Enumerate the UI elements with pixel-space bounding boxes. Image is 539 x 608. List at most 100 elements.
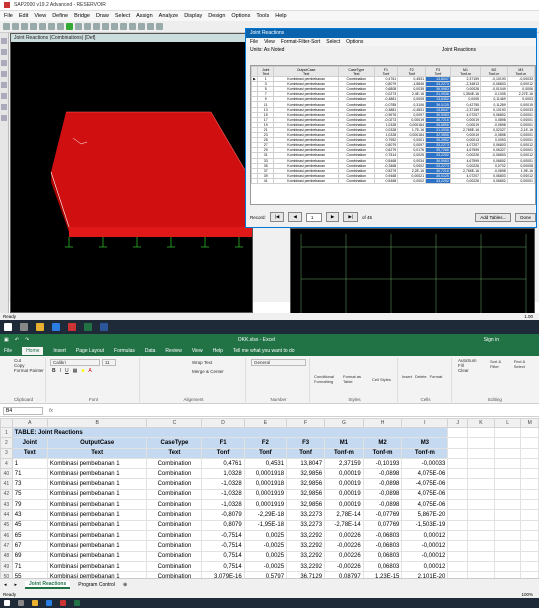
data-cell[interactable]: 4,075E-06 — [401, 488, 449, 501]
column-header[interactable]: H — [362, 418, 403, 428]
save-icon[interactable] — [21, 23, 28, 30]
deformed-shape-icon[interactable] — [147, 23, 154, 30]
dialog-column-header[interactable]: F1 Tonf — [373, 66, 399, 77]
word-taskbar-icon[interactable] — [100, 323, 108, 331]
data-cell[interactable]: 65 — [11, 529, 48, 542]
explorer-icon[interactable] — [36, 323, 44, 331]
data-cell[interactable]: 0,0025 — [243, 529, 288, 542]
data-cell[interactable]: -0,7514 — [201, 529, 245, 542]
data-cell[interactable]: 32,9856 — [286, 468, 326, 480]
data-cell[interactable]: 0,00012 — [401, 529, 449, 542]
tab-view[interactable]: View — [192, 348, 203, 354]
empty-cell[interactable] — [447, 457, 469, 470]
data-cell[interactable]: 71 — [11, 468, 48, 480]
empty-cell[interactable] — [467, 509, 495, 521]
data-cell[interactable]: Kombinasi pembebanan 1 — [46, 478, 148, 490]
data-cell[interactable]: -4,075E-06 — [401, 478, 449, 490]
dialog-column-header[interactable]: F3 Tonf — [425, 66, 451, 77]
data-cell[interactable]: -0,00226 — [324, 540, 364, 552]
row-header[interactable]: 41 — [0, 478, 13, 490]
column-header[interactable]: E — [243, 418, 288, 428]
data-cell[interactable]: 0,00226 — [324, 550, 364, 562]
data-cell[interactable]: 0,00012 — [401, 560, 449, 573]
dialog-table-cell[interactable]: Combination — [337, 177, 375, 184]
dialog-column-header[interactable]: M1 Tonf-m — [449, 66, 482, 77]
menu-draw[interactable]: Draw — [96, 13, 109, 19]
find-select-button[interactable]: Find & Select — [514, 359, 536, 369]
empty-cell[interactable] — [493, 529, 522, 542]
data-cell[interactable]: Combination — [146, 540, 203, 552]
dialog-menu-select[interactable]: Select — [326, 39, 340, 45]
tell-me-search[interactable]: Tell me what you want to do — [233, 348, 295, 354]
undo-icon[interactable]: ↶ — [15, 337, 19, 343]
data-cell[interactable]: -1,0328 — [201, 488, 245, 501]
refresh-icon[interactable] — [48, 23, 55, 30]
rotate-icon[interactable] — [138, 23, 145, 30]
previous-record-button[interactable]: ◀ — [288, 212, 302, 222]
add-tables-button[interactable]: Add Tables... — [475, 212, 512, 222]
data-cell[interactable]: 32,9856 — [286, 478, 326, 490]
empty-cell[interactable] — [520, 529, 539, 542]
show-forces-icon[interactable] — [156, 23, 163, 30]
empty-cell[interactable] — [493, 437, 522, 449]
reactions-data-grid[interactable]: Joint Text OutputCase Text CaseType Text F1 Ton… — [250, 65, 536, 205]
data-cell[interactable]: 1,0328 — [201, 468, 245, 480]
last-record-button[interactable]: ▶| — [343, 212, 358, 222]
pointer-icon[interactable] — [1, 38, 7, 44]
empty-cell[interactable] — [520, 437, 539, 449]
tab-data[interactable]: Data — [145, 348, 156, 354]
row-header[interactable]: 4 — [0, 457, 13, 470]
excel-taskbar-icon[interactable] — [74, 600, 80, 606]
undo-icon[interactable] — [30, 23, 37, 30]
dialog-menu-options[interactable]: Options — [346, 39, 363, 45]
empty-cell[interactable] — [520, 550, 539, 562]
empty-cell[interactable] — [467, 560, 495, 573]
data-cell[interactable]: -0,00033 — [401, 457, 449, 470]
explorer-icon[interactable] — [32, 600, 38, 606]
draw-area-icon[interactable] — [1, 60, 7, 66]
data-cell[interactable]: Combination — [146, 509, 203, 521]
select-all-icon[interactable] — [1, 82, 7, 88]
column-title-cell[interactable]: Joint — [11, 437, 48, 449]
draw-frame-icon[interactable] — [1, 49, 7, 55]
column-title-cell[interactable]: M2 — [362, 437, 403, 449]
dialog-column-header[interactable]: M2 Tonf-m — [480, 66, 508, 77]
data-cell[interactable]: Kombinasi pembebanan 1 — [46, 499, 148, 511]
lock-icon[interactable] — [57, 23, 64, 30]
data-cell[interactable]: -0,00012 — [401, 550, 449, 562]
redo-icon[interactable]: ↷ — [25, 337, 29, 343]
unit-cell[interactable]: Tonf — [243, 447, 288, 459]
data-cell[interactable]: -0,10193 — [362, 457, 403, 470]
data-cell[interactable]: 79 — [11, 499, 48, 511]
data-cell[interactable]: -0,0898 — [362, 488, 403, 501]
tab-home[interactable]: Home — [22, 347, 44, 355]
data-cell[interactable]: 0,8079 — [201, 519, 245, 531]
dialog-menu-format[interactable]: Format-Filter-Sort — [281, 39, 320, 45]
font-size-select[interactable]: 11 — [102, 359, 116, 366]
empty-cell[interactable] — [493, 540, 522, 552]
empty-cell[interactable] — [467, 426, 495, 439]
data-cell[interactable]: -1,0328 — [201, 499, 245, 511]
data-cell[interactable]: -0,0898 — [362, 499, 403, 511]
data-cell[interactable]: -0,0898 — [362, 478, 403, 490]
data-cell[interactable]: 0,07769 — [362, 519, 403, 531]
menu-options[interactable]: Options — [231, 13, 250, 19]
column-header[interactable]: B — [46, 418, 148, 428]
column-title-cell[interactable]: M3 — [401, 437, 449, 449]
view-xz-icon[interactable] — [120, 23, 127, 30]
draw-joint-icon[interactable] — [1, 71, 7, 77]
redo-icon[interactable] — [39, 23, 46, 30]
data-cell[interactable]: Combination — [146, 468, 203, 480]
row-header[interactable]: 45 — [0, 519, 13, 531]
empty-cell[interactable] — [493, 478, 522, 490]
table-title-cell[interactable]: TABLE: Joint Reactions — [11, 426, 449, 439]
data-cell[interactable]: 45 — [11, 519, 48, 531]
data-cell[interactable]: 0,4761 — [201, 457, 245, 470]
menu-tools[interactable]: Tools — [256, 13, 269, 19]
data-cell[interactable]: -0,8079 — [201, 509, 245, 521]
menu-design[interactable]: Design — [208, 13, 225, 19]
data-cell[interactable]: 0,7514 — [201, 560, 245, 573]
bold-button[interactable]: B — [52, 368, 56, 374]
data-cell[interactable]: -0,00012 — [401, 540, 449, 552]
data-cell[interactable]: Combination — [146, 478, 203, 490]
